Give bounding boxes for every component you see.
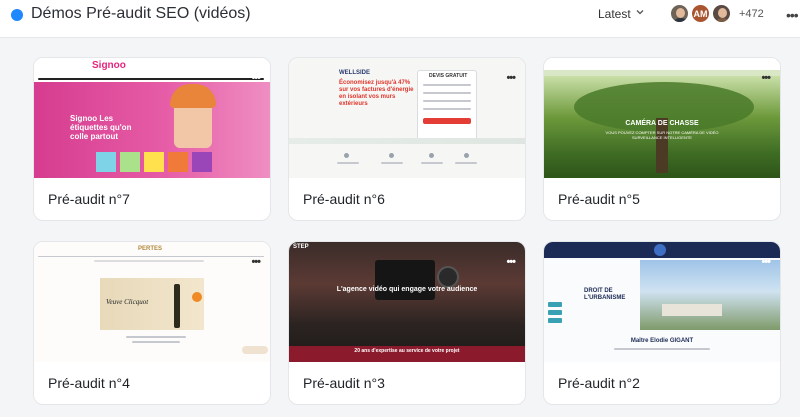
video-thumbnail: STEP L'agence vidéo qui engage votre aud… <box>289 242 525 362</box>
video-card[interactable]: Signoo Signoo Les étiquettes qu'on colle… <box>33 57 271 221</box>
video-card[interactable]: CAMÉRA DE CHASSE VOUS POUVEZ COMPTER SUR… <box>543 57 781 221</box>
avatar[interactable]: AM <box>690 3 711 24</box>
top-bar: Démos Pré-audit SEO (vidéos) Latest AM +… <box>0 0 800 38</box>
video-thumbnail: Signoo Signoo Les étiquettes qu'on colle… <box>34 58 270 178</box>
card-title: Pré-audit n°6 <box>303 191 385 207</box>
card-title: Pré-audit n°4 <box>48 375 130 391</box>
video-thumbnail: PERTES Veuve Clicquot <box>34 242 270 362</box>
card-more-icon[interactable]: ••• <box>761 72 771 84</box>
card-more-icon[interactable]: ••• <box>506 72 516 84</box>
video-card[interactable]: DROIT DE L'URBANISME Maître Elodie GIGAN… <box>543 241 781 405</box>
chevron-down-icon[interactable] <box>635 7 645 17</box>
more-horizontal-icon[interactable]: ••• <box>786 7 799 23</box>
video-card[interactable]: STEP L'agence vidéo qui engage votre aud… <box>288 241 526 405</box>
board-color-dot <box>11 9 23 21</box>
video-thumbnail: CAMÉRA DE CHASSE VOUS POUVEZ COMPTER SUR… <box>544 58 780 178</box>
video-thumbnail: WELLSIDE Économisez jusqu'à 47% sur vos … <box>289 58 525 178</box>
card-title: Pré-audit n°5 <box>558 191 640 207</box>
avatar[interactable] <box>669 3 690 24</box>
members-count[interactable]: +472 <box>739 8 764 20</box>
card-title: Pré-audit n°2 <box>558 375 640 391</box>
card-more-icon[interactable]: ••• <box>506 256 516 268</box>
avatar[interactable] <box>711 3 732 24</box>
card-title: Pré-audit n°7 <box>48 191 130 207</box>
card-more-icon[interactable]: ••• <box>251 256 261 268</box>
video-card[interactable]: PERTES Veuve Clicquot ••• Pré-audit n°4 <box>33 241 271 405</box>
video-thumbnail: DROIT DE L'URBANISME Maître Elodie GIGAN… <box>544 242 780 362</box>
page-title: Démos Pré-audit SEO (vidéos) <box>31 5 251 22</box>
video-card[interactable]: WELLSIDE Économisez jusqu'à 47% sur vos … <box>288 57 526 221</box>
card-more-icon[interactable]: ••• <box>251 72 261 84</box>
card-more-icon[interactable]: ••• <box>761 256 771 268</box>
sort-dropdown[interactable]: Latest <box>598 6 631 22</box>
card-title: Pré-audit n°3 <box>303 375 385 391</box>
